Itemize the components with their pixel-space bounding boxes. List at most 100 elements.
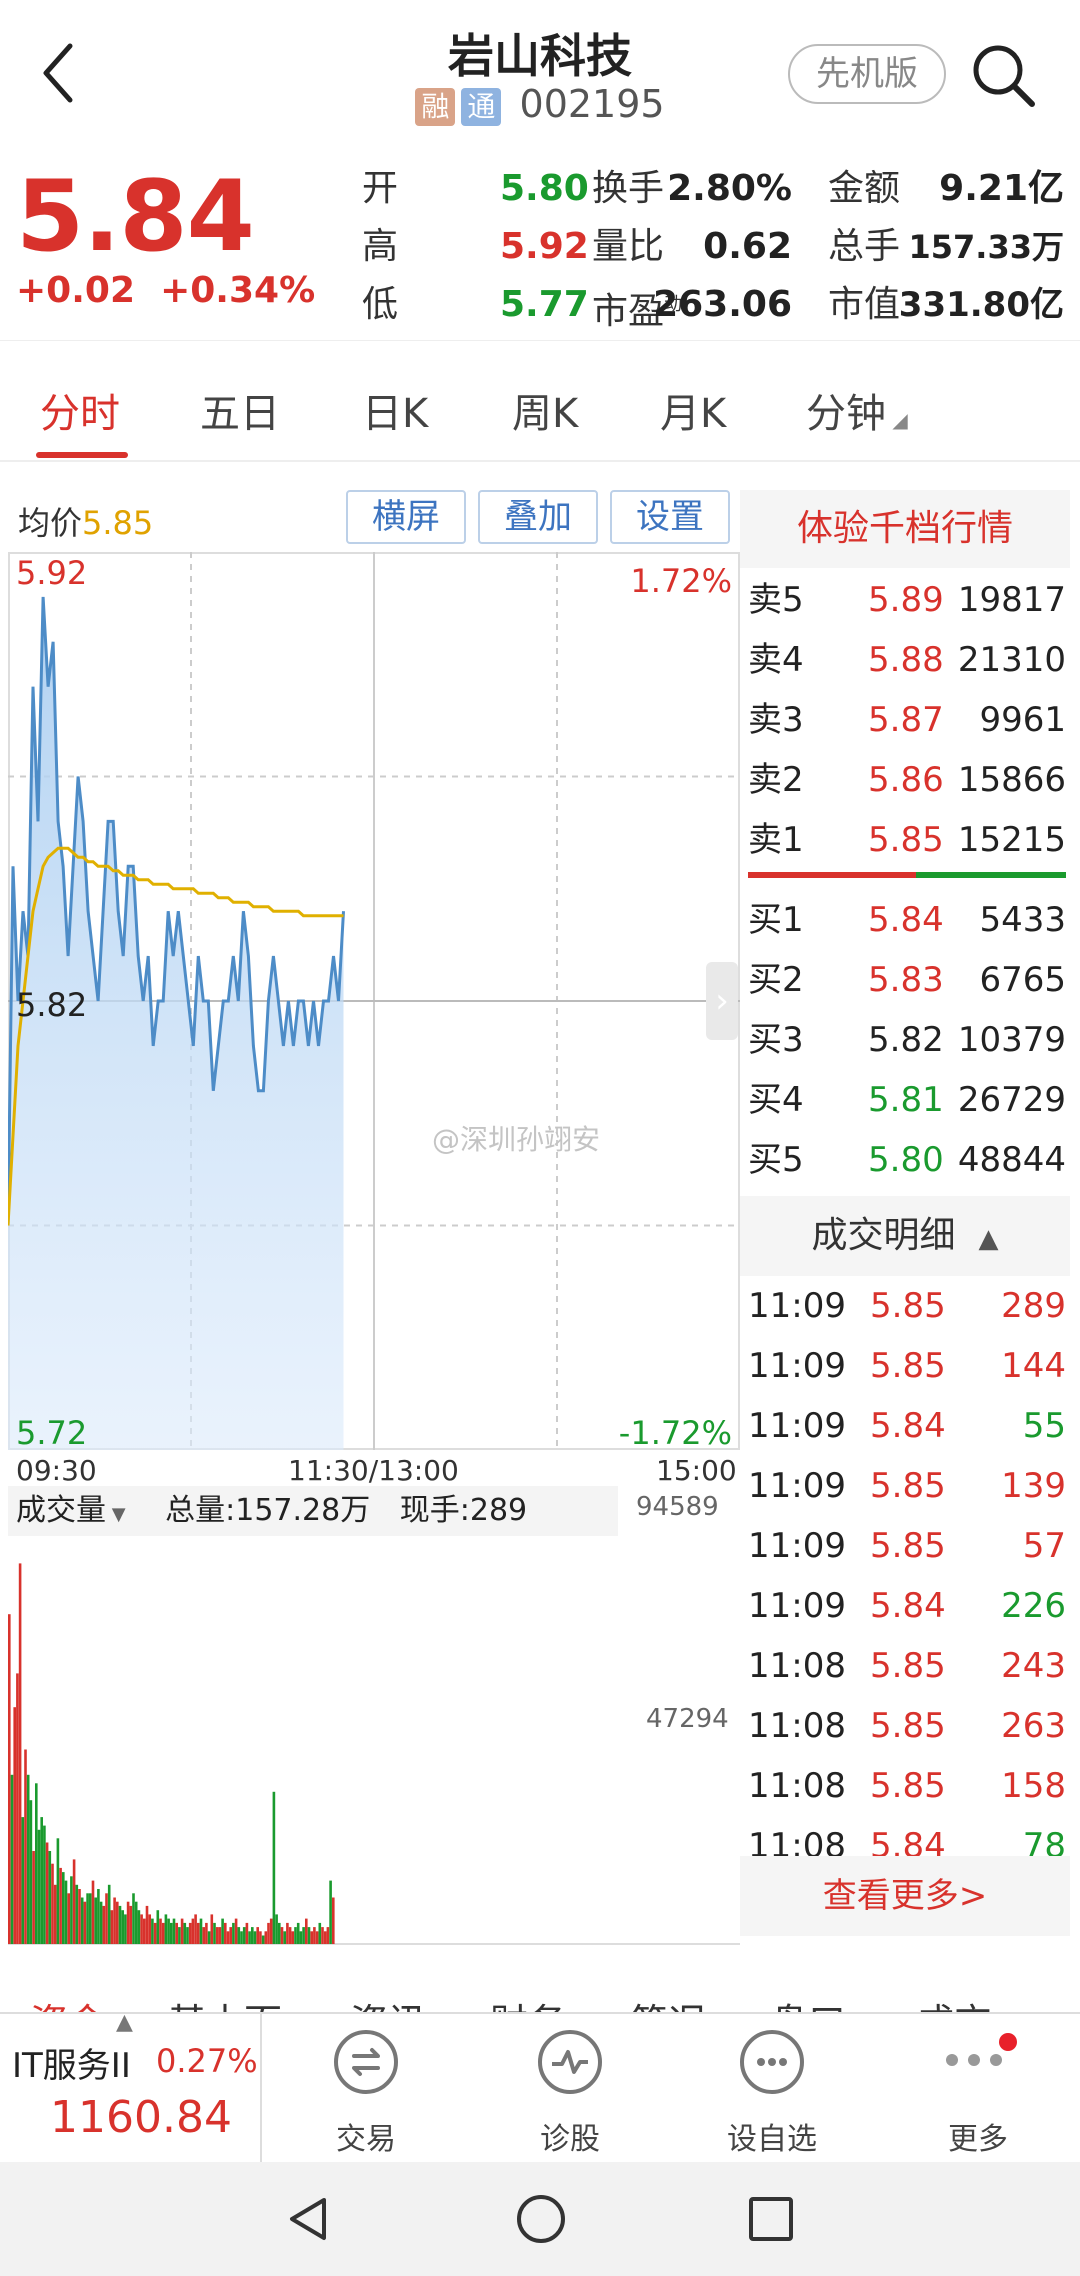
current-price: 5.84 (16, 160, 255, 274)
tab-five-day[interactable]: 五日 (200, 381, 280, 439)
watermark: @深圳孙翊安 (432, 1123, 601, 1156)
tab-fundamentals[interactable]: 基本面 (168, 1992, 282, 2013)
sell-level-row[interactable]: 卖3 5.87 9961 (748, 690, 1066, 750)
volume-bar (296, 1922, 300, 1944)
trade-row: 11:09 5.85 139 (748, 1456, 1066, 1516)
expand-panel-handle[interactable]: › (706, 962, 738, 1040)
active-tab-indicator (36, 452, 128, 458)
tab-deals[interactable]: 成交 (916, 1992, 992, 2013)
tab-finance[interactable]: 财务 (490, 1992, 566, 2013)
volume-selector[interactable]: 成交量 ▼ (16, 1493, 126, 1528)
volume-bar (194, 1914, 197, 1944)
intraday-price-chart[interactable] (8, 552, 740, 1452)
system-nav-bar (0, 2162, 1080, 2276)
volume-bar (59, 1867, 62, 1944)
sell-level-row[interactable]: 卖1 5.85 15215 (748, 810, 1066, 870)
trade-icon (334, 2030, 398, 2094)
buy-level-row[interactable]: 买3 5.82 10379 (748, 1010, 1066, 1070)
volume-bar (180, 1918, 184, 1944)
sell-level-row[interactable]: 卖4 5.88 21310 (748, 630, 1066, 690)
buy-level-row[interactable]: 买1 5.84 5433 (748, 890, 1066, 950)
quote-row-open: 开 5.80 换手 2.80% 金额 9.21亿 (362, 160, 1072, 218)
nav-recents-icon[interactable] (746, 2194, 796, 2244)
tab-profile[interactable]: 简况 (630, 1992, 706, 2013)
volume-bar (242, 1927, 246, 1944)
view-more-link[interactable]: 查看更多> (740, 1856, 1070, 1936)
level-label: 买1 (748, 900, 804, 940)
volume-bar (161, 1922, 165, 1944)
volume-bar (134, 1901, 138, 1944)
volume-bar (199, 1918, 203, 1944)
level-label: 卖5 (748, 580, 804, 620)
tab-news[interactable]: 资讯 (350, 1992, 426, 2013)
trade-list: 11:09 5.85 289 11:09 5.85 144 11:09 5.84 55 11:09… (748, 1276, 1066, 1856)
tab-minute[interactable]: 分钟 ◢ (806, 381, 908, 439)
settings-button[interactable]: 设置 (610, 490, 730, 544)
trade-time: 11:08 (748, 1766, 846, 1806)
sell-level-row[interactable]: 卖5 5.89 19817 (748, 570, 1066, 630)
level-depth-banner[interactable]: 体验千档行情 (740, 490, 1070, 568)
buy-level-row[interactable]: 买2 5.83 6765 (748, 950, 1066, 1010)
buy-level-row[interactable]: 买4 5.81 26729 (748, 1070, 1066, 1130)
tab-handicap[interactable]: 盘口 (770, 1992, 846, 2013)
volume-bar (178, 1927, 181, 1944)
nav-home-icon[interactable] (514, 2192, 568, 2246)
tab-daily-k[interactable]: 日K (362, 381, 428, 439)
trade-time: 11:08 (748, 1826, 846, 1856)
trade-time: 11:08 (748, 1646, 846, 1686)
volume-bar (105, 1893, 108, 1944)
volume-bar (151, 1918, 154, 1944)
tabs-divider (0, 460, 1080, 462)
turnover-value: 2.80% (667, 168, 792, 209)
trade-price: 5.85 (870, 1466, 946, 1506)
volume-bar (29, 1800, 33, 1944)
volume-bar (307, 1927, 311, 1944)
volume-bar (234, 1918, 238, 1944)
volume-bar (164, 1914, 168, 1944)
amount-label: 金额 (828, 168, 901, 209)
trade-button[interactable]: 交易 (296, 2030, 436, 2158)
volume-bar (224, 1922, 227, 1944)
open-value: 5.80 (500, 168, 589, 209)
pilot-version-button[interactable]: 先机版 (788, 44, 946, 104)
sell-level-row[interactable]: 卖2 5.86 15866 (748, 750, 1066, 810)
total-hands-label: 总手 (828, 226, 901, 267)
search-button[interactable] (968, 40, 1038, 110)
trade-detail-header[interactable]: 成交明细 ▲ (740, 1196, 1070, 1276)
nav-back-icon[interactable] (284, 2194, 334, 2244)
tab-funds[interactable]: 资金 (30, 1992, 106, 2013)
market-cap-value: 331.80亿 (898, 285, 1064, 325)
trade-time: 11:09 (748, 1346, 846, 1386)
level-price: 5.81 (868, 1080, 944, 1120)
quote-row-low: 低 5.77 市盈动 263.06 市值 331.80亿 (362, 276, 1072, 334)
average-price-value: 5.85 (82, 504, 154, 542)
volume-bar (269, 1918, 273, 1944)
more-button[interactable]: 更多 (908, 2030, 1048, 2158)
landscape-button[interactable]: 横屏 (346, 490, 466, 544)
volume-bar (156, 1910, 160, 1944)
add-watchlist-button[interactable]: 设自选 (702, 2030, 842, 2158)
volume-bar (188, 1922, 192, 1944)
buy-level-row[interactable]: 买5 5.80 48844 (748, 1130, 1066, 1190)
volume-bar (91, 1880, 95, 1944)
sector-index-card[interactable]: ▲ IT服务II 0.27% 1160.84 (0, 2010, 262, 2162)
tab-weekly-k[interactable]: 周K (512, 381, 578, 439)
volume-bar (78, 1889, 81, 1944)
volume-bar (215, 1927, 219, 1944)
volume-bar (283, 1931, 286, 1944)
tab-intraday[interactable]: 分时 (40, 381, 120, 439)
volume-bar (318, 1922, 322, 1944)
level-volume: 48844 (957, 1140, 1066, 1180)
volume-bar (261, 1935, 265, 1944)
trade-price: 5.85 (870, 1706, 946, 1746)
trade-label: 交易 (336, 2122, 396, 2157)
sector-change: 0.27% (156, 2042, 258, 2080)
tab-monthly-k[interactable]: 月K (660, 381, 726, 439)
overlay-button[interactable]: 叠加 (478, 490, 598, 544)
level-price: 5.87 (868, 700, 944, 740)
price-change: +0.02 +0.34% (16, 270, 315, 311)
x-end-label: 15:00 (656, 1454, 737, 1487)
volume-chart[interactable] (8, 1536, 740, 1946)
volume-bar (272, 1791, 276, 1944)
diagnose-button[interactable]: 诊股 (500, 2030, 640, 2158)
